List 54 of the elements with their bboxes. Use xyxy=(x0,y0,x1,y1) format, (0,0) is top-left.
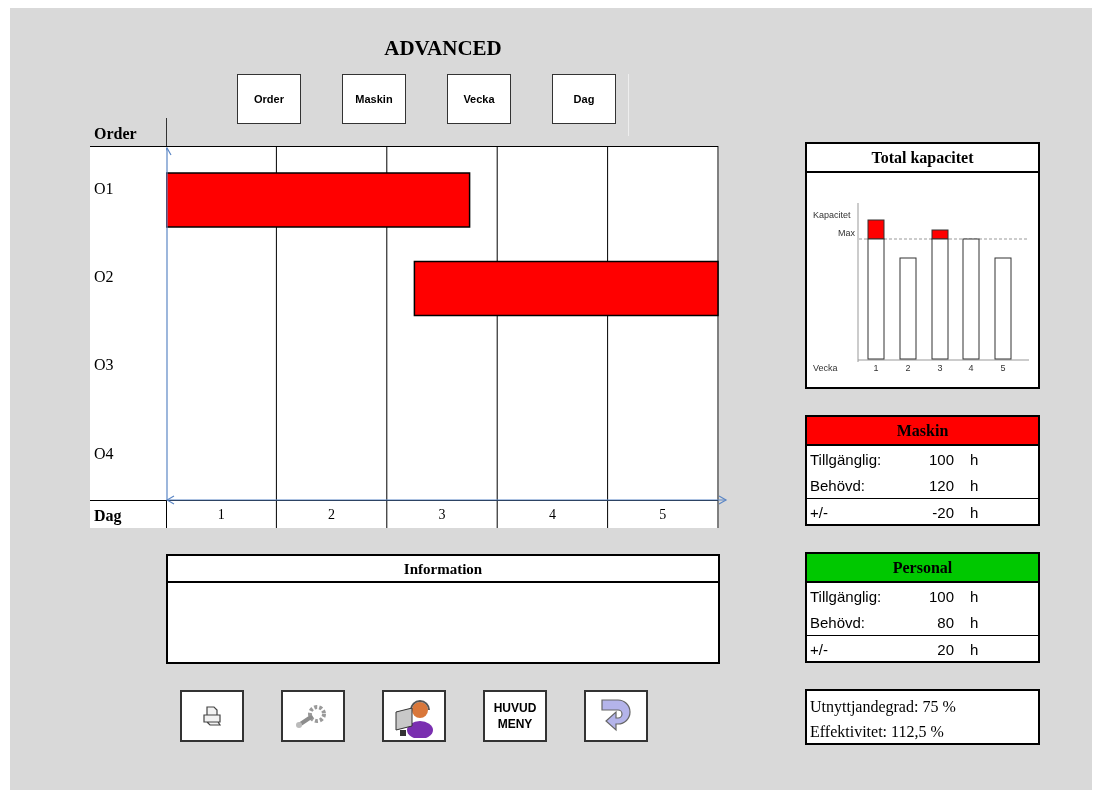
day-label: 3 xyxy=(438,507,446,522)
printer-icon xyxy=(200,704,224,728)
axis-label: Vecka xyxy=(813,363,838,373)
axis-label: Kapacitet xyxy=(813,210,851,220)
view-button[interactable]: Dag xyxy=(552,74,616,124)
main-menu-button[interactable]: HUVUD MENY xyxy=(483,690,547,742)
view-button[interactable]: Order xyxy=(237,74,301,124)
day-label: 5 xyxy=(659,507,667,522)
summary-text: Effektivitet: 112,5 % xyxy=(810,722,945,742)
week-label: 5 xyxy=(1000,363,1006,373)
page-title: ADVANCED xyxy=(383,36,503,62)
panel-title: Total kapacitet xyxy=(807,144,1038,173)
week-label: 4 xyxy=(968,363,974,373)
order-label: O4 xyxy=(93,443,115,464)
order-label: O1 xyxy=(93,179,115,199)
panel-title: Information xyxy=(168,556,718,583)
row-value: -20 xyxy=(931,503,954,521)
axis-label: Dag xyxy=(90,500,166,528)
unit-label: h xyxy=(970,613,979,631)
week-label: 1 xyxy=(873,363,879,373)
row-label: Tillgänglig: xyxy=(810,450,883,468)
day-label: 4 xyxy=(548,507,556,522)
row-label: Behövd: xyxy=(810,613,867,631)
order-label: O3 xyxy=(93,355,115,375)
panel-title: Maskin xyxy=(807,417,1038,446)
row-label: Tillgänglig: xyxy=(810,587,883,605)
support-button[interactable] xyxy=(382,690,446,742)
row-label: +/- xyxy=(810,503,829,521)
unit-label: h xyxy=(970,640,979,658)
week-label: 3 xyxy=(937,363,943,373)
summary-text: Utnyttjandegrad: 75 % xyxy=(810,697,957,718)
unit-label: h xyxy=(970,587,979,605)
row-value: 100 xyxy=(927,450,954,468)
view-button[interactable]: Maskin xyxy=(342,74,406,124)
panel-title: Personal xyxy=(807,554,1038,583)
row-label: +/- xyxy=(810,640,829,658)
unit-label: h xyxy=(970,450,979,468)
row-value: 100 xyxy=(927,587,954,605)
tools-button[interactable] xyxy=(281,690,345,742)
row-value: 120 xyxy=(927,476,954,494)
back-button[interactable] xyxy=(584,690,648,742)
unit-label: h xyxy=(970,476,979,494)
day-label: 2 xyxy=(328,507,336,522)
row-heading: Order xyxy=(93,125,138,144)
row-value: 80 xyxy=(936,613,954,631)
row-label: Behövd: xyxy=(810,476,867,494)
unit-label: h xyxy=(970,503,979,521)
day-label: 1 xyxy=(217,507,225,522)
print-button[interactable] xyxy=(180,690,244,742)
max-label: Max xyxy=(838,228,855,238)
view-button[interactable]: Vecka xyxy=(447,74,511,124)
week-label: 2 xyxy=(905,363,911,373)
order-label: O2 xyxy=(93,266,115,287)
row-value: 20 xyxy=(936,640,954,658)
